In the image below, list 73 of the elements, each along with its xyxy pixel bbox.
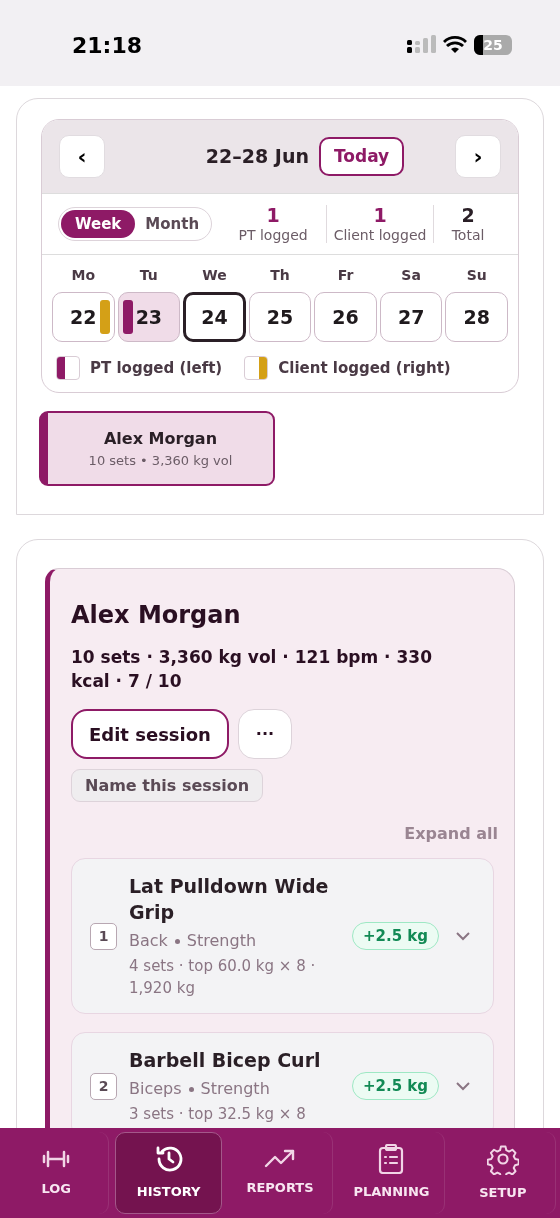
- exercise-name: Barbell Bicep Curl: [129, 1048, 322, 1073]
- stat-label: PT logged: [238, 226, 308, 243]
- chevron-down-icon: [455, 931, 471, 941]
- weekday-label: Su: [465, 266, 488, 285]
- next-button[interactable]: ›: [455, 135, 501, 178]
- day-number: 23: [135, 304, 163, 330]
- settings-icon: [486, 1143, 519, 1176]
- day-cell[interactable]: 27: [379, 292, 443, 342]
- session-summary: 10 sets • 3,360 kg vol: [88, 451, 233, 470]
- weekday-label: Sa: [400, 266, 422, 285]
- stat-value: 2: [461, 205, 475, 227]
- exercise-name: Lat Pulldown Wide Grip: [129, 874, 330, 925]
- day-number: 24: [201, 304, 228, 330]
- stat-value: 1: [266, 205, 280, 227]
- exercise-card[interactable]: 1 Lat Pulldown Wide Grip Back Strength 4 sets · top 60.0 kg × 8 · 1,920 kg +2.5 kg: [71, 858, 494, 1014]
- chevron-down-icon: [455, 1081, 471, 1091]
- view-toggle[interactable]: Week Month: [58, 207, 213, 241]
- signal-icon: [406, 35, 436, 55]
- today-button[interactable]: Today: [318, 137, 405, 176]
- exercise-type: Strength: [186, 930, 257, 952]
- legend-label: PT logged (left): [90, 357, 223, 379]
- session-stats: 10 sets · 3,360 kg vol · 121 bpm · 330 kcal · 7 / 10: [71, 646, 433, 693]
- more-button[interactable]: ···: [237, 709, 292, 759]
- nav-tab[interactable]: REPORTS: [227, 1132, 334, 1214]
- client-legend-swatch: [244, 356, 269, 380]
- muscle-group: Back: [129, 929, 168, 953]
- exercise-detail: 4 sets · top 60.0 kg × 8 · 1,920 kg: [129, 956, 317, 999]
- battery-level: 25: [483, 35, 503, 55]
- day-number: 25: [266, 304, 294, 330]
- stat-label: Total: [451, 226, 485, 243]
- exercise-number: 2: [90, 1072, 117, 1100]
- day-cell[interactable]: 24: [183, 292, 246, 342]
- day-cell[interactable]: 26: [314, 292, 377, 342]
- nav-tab[interactable]: LOG: [4, 1132, 110, 1214]
- exercise-card[interactable]: 2 Barbell Bicep Curl Biceps Strength 3 sets · top 32.5 kg × 8 +2.5 kg: [71, 1032, 494, 1128]
- nav-tab[interactable]: SETUP: [450, 1132, 557, 1214]
- day-cell[interactable]: 25: [248, 292, 312, 342]
- view-tab[interactable]: Week: [61, 210, 136, 238]
- exercise-number: 1: [90, 922, 117, 950]
- stat-value: 1: [373, 205, 387, 227]
- weekday-label: Tu: [138, 266, 159, 285]
- nav-tab[interactable]: HISTORY: [115, 1132, 222, 1214]
- day-cell[interactable]: 28: [445, 292, 508, 342]
- session-chip[interactable]: Alex Morgan 10 sets • 3,360 kg vol: [39, 411, 275, 486]
- progress-badge: +2.5 kg: [351, 1072, 439, 1100]
- previous-button[interactable]: ‹: [59, 135, 105, 178]
- date-range: 22–28 Jun: [205, 144, 309, 170]
- day-number: 27: [397, 304, 425, 330]
- stat-label: Client logged: [333, 226, 427, 243]
- day-cell[interactable]: 22: [52, 292, 115, 342]
- edit-session-button[interactable]: Edit session: [71, 709, 229, 759]
- exercise-detail: 3 sets · top 32.5 kg × 8: [129, 1104, 307, 1125]
- weekday-label: Fr: [336, 266, 355, 285]
- muscle-group: Biceps: [129, 1077, 182, 1101]
- name-session-button[interactable]: Name this session: [71, 769, 264, 802]
- weekday-label: We: [201, 266, 228, 285]
- nav-tab[interactable]: PLANNING: [339, 1132, 445, 1214]
- legend-label: Client logged (right): [278, 357, 451, 379]
- day-cell[interactable]: 23: [117, 292, 181, 342]
- clipboard-icon: [378, 1144, 405, 1175]
- pt-legend-swatch: [56, 356, 80, 380]
- exercise-type: Strength: [200, 1078, 270, 1100]
- view-tab[interactable]: Month: [135, 210, 210, 238]
- session-name: Alex Morgan: [103, 427, 218, 450]
- weekday-label: Mo: [70, 266, 97, 285]
- weekday-label: Th: [269, 266, 291, 285]
- wifi-icon: [443, 36, 467, 54]
- session-title: Alex Morgan: [71, 600, 242, 631]
- day-number: 26: [332, 304, 359, 330]
- day-number: 28: [463, 304, 490, 330]
- progress-badge: +2.5 kg: [351, 922, 439, 950]
- day-number: 22: [70, 304, 97, 330]
- clock-time: 21:18: [72, 31, 143, 60]
